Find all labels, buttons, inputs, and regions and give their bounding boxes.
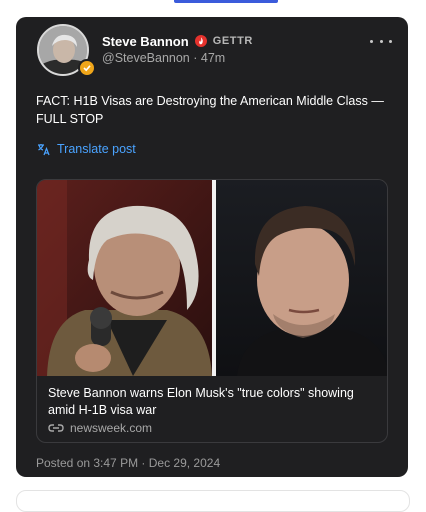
flame-icon <box>194 35 207 47</box>
link-domain-row: newsweek.com <box>48 420 152 436</box>
time-separator: · <box>193 51 198 65</box>
translate-post-button[interactable]: Translate post <box>37 141 136 157</box>
translate-icon <box>38 143 50 155</box>
next-post-card-edge <box>16 490 410 512</box>
link-icon <box>48 424 64 432</box>
link-headline: Steve Bannon warns Elon Musk's "true col… <box>48 386 354 417</box>
post-text: FACT: H1B Visas are Destroying the Ameri… <box>36 94 384 126</box>
post-time: 47m <box>200 51 226 65</box>
link-domain: newsweek.com <box>70 421 153 435</box>
more-options-icon <box>370 39 373 43</box>
posted-timestamp: Posted on 3:47 PM · Dec 29, 2024 <box>36 456 221 470</box>
post-card: Steve Bannon GETTR @SteveBannon · 47m FA… <box>16 17 408 477</box>
more-options-button[interactable] <box>370 34 392 48</box>
author-name[interactable]: Steve Bannon <box>102 34 189 49</box>
verified-badge-icon <box>78 59 96 77</box>
link-preview-card[interactable]: Steve Bannon warns Elon Musk's "true col… <box>36 179 388 443</box>
platform-label: GETTR <box>212 35 253 47</box>
handle-time: @SteveBannon · 47m <box>102 51 225 65</box>
translate-label: Translate post <box>57 142 136 156</box>
top-accent-bar <box>174 0 278 3</box>
author-handle[interactable]: @SteveBannon <box>102 51 190 65</box>
link-preview-image <box>37 180 387 376</box>
author-row: Steve Bannon GETTR <box>102 32 253 50</box>
